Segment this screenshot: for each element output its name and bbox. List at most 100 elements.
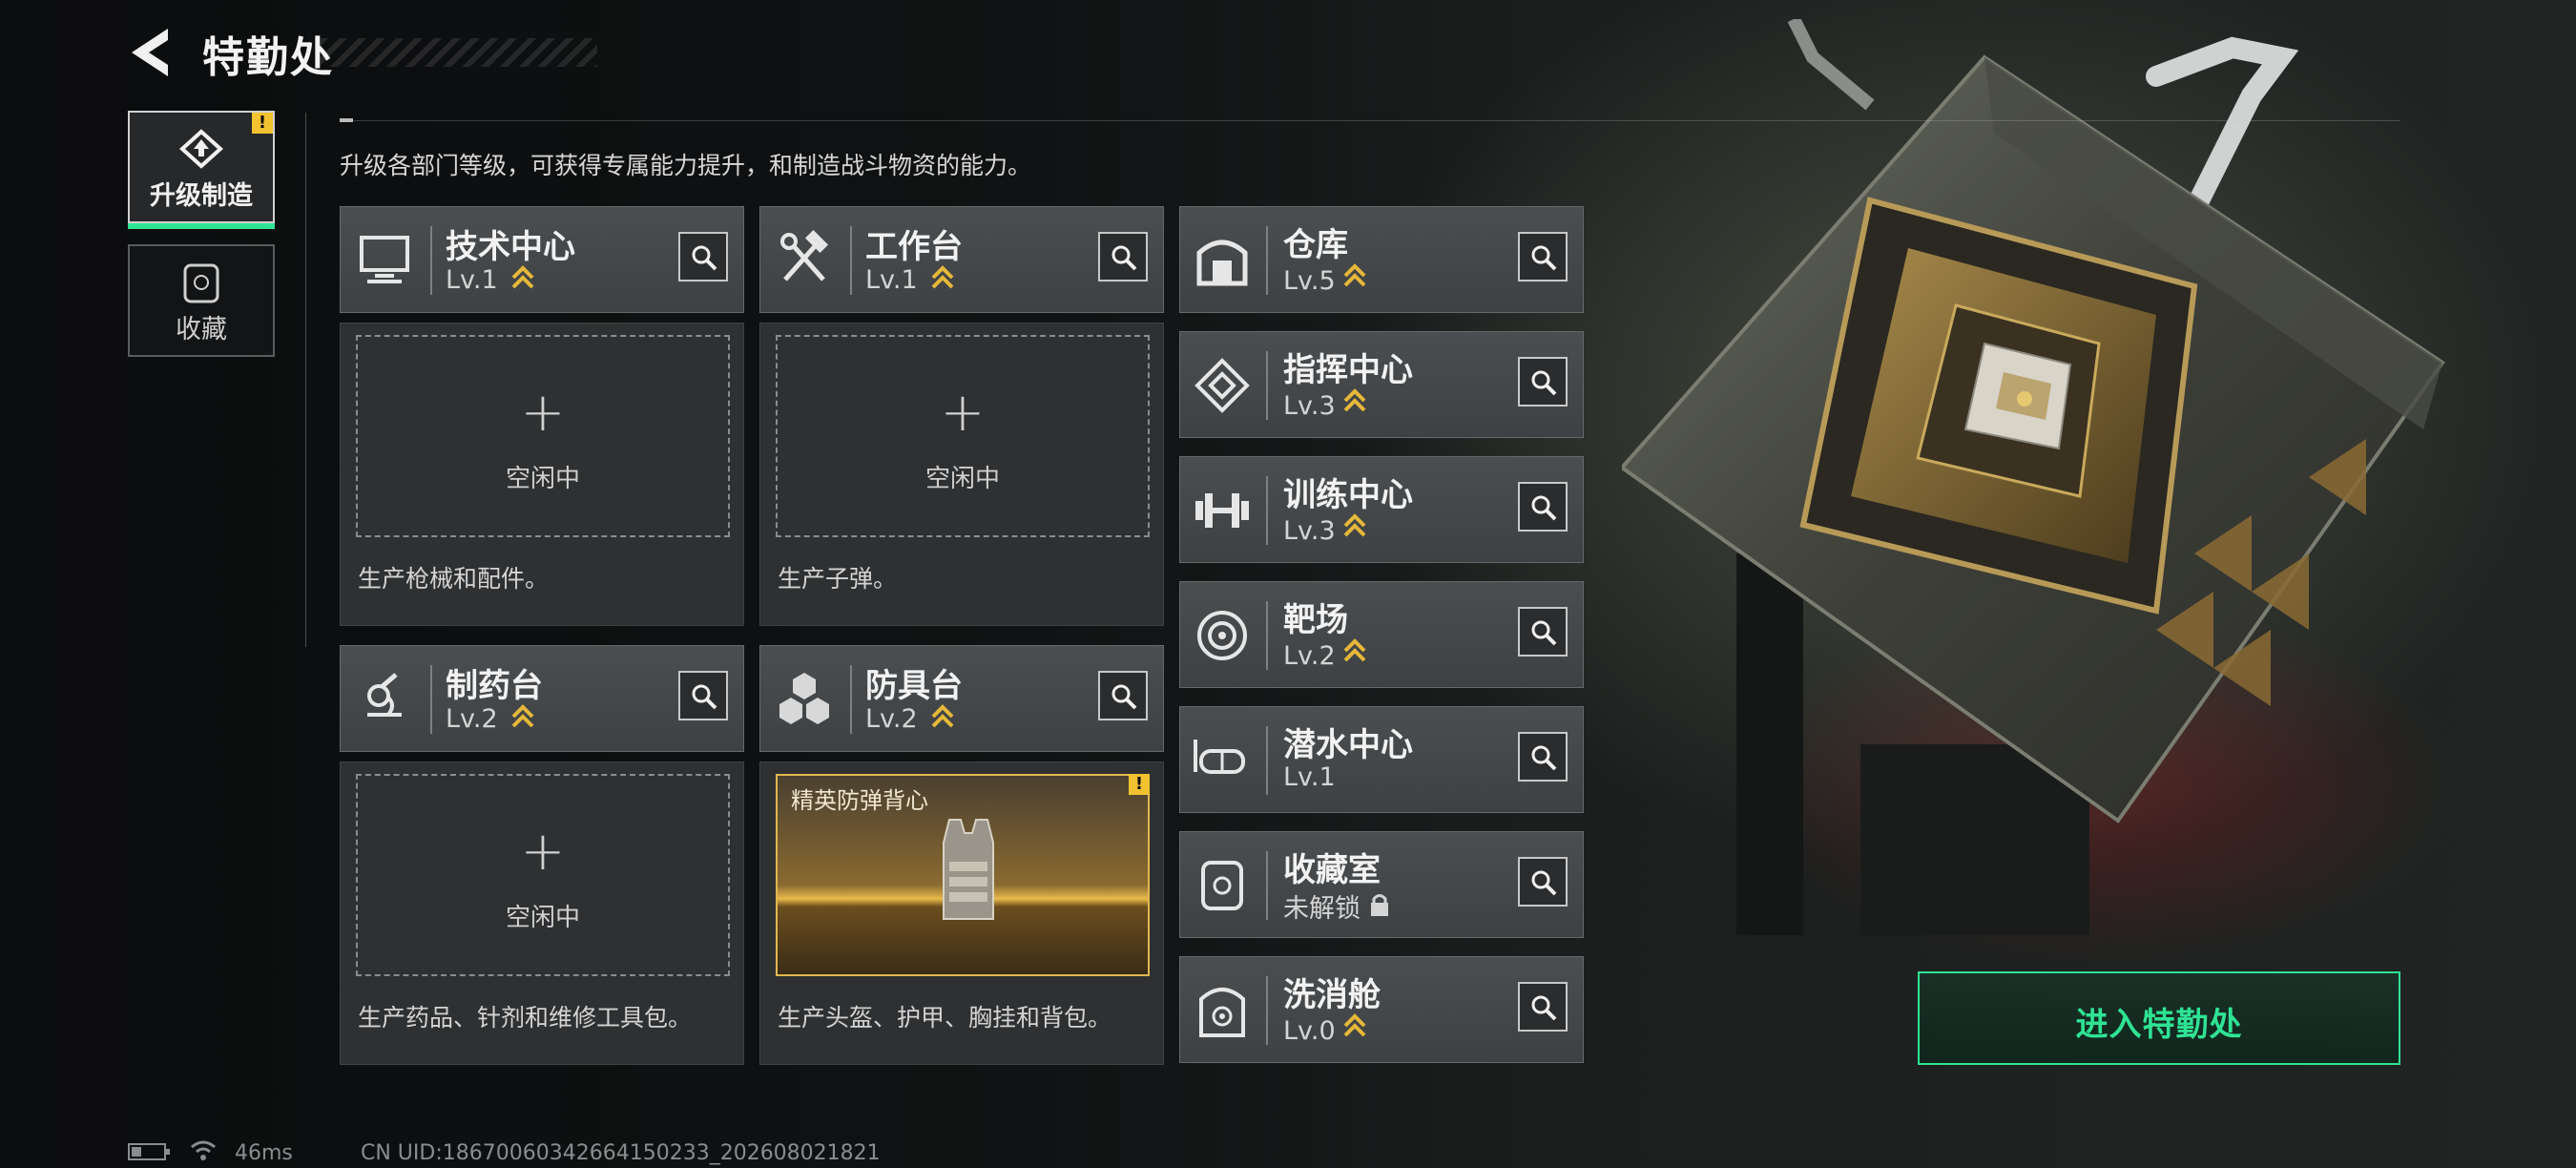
card-divider [1266, 726, 1268, 795]
search-icon [1531, 745, 1557, 771]
microscope-icon [354, 667, 415, 728]
level-text: Lv.2 [1283, 641, 1336, 671]
crafting-item-slot[interactable]: 精英防弹背心 ! [776, 774, 1150, 976]
card-divider [1266, 976, 1268, 1045]
tab-upgrade-manufacture[interactable]: ! 升级制造 [128, 111, 275, 229]
production-slot[interactable]: + 空闲中 [356, 774, 730, 976]
upgrade-available-icon [1343, 1013, 1366, 1046]
facility-description: 生产子弹。 [778, 565, 898, 593]
level-text: Lv.5 [1283, 266, 1336, 296]
level-text: Lv.3 [1283, 516, 1336, 546]
facility-card-training-center[interactable]: 训练中心 Lv.3 [1179, 456, 1584, 563]
facility-card-shooting-range[interactable]: 靶场 Lv.2 [1179, 581, 1584, 688]
body-armor-icon [943, 819, 994, 920]
warehouse-icon [1192, 230, 1253, 291]
level-text: Lv.1 [865, 265, 918, 295]
lock-status-text: 未解锁 [1283, 894, 1361, 924]
facility-description: 生产药品、针剂和维修工具包。 [358, 1004, 693, 1032]
monitor-icon [354, 228, 415, 289]
facility-header-pharmacy[interactable]: 制药台 Lv.2 [340, 645, 744, 752]
facility-level: Lv.2 [1283, 637, 1366, 671]
facility-level: Lv.3 [1283, 387, 1366, 421]
search-icon [1531, 495, 1557, 521]
card-divider [430, 665, 432, 734]
wifi-icon [189, 1137, 218, 1168]
facility-header-armor-bench[interactable]: 防具台 Lv.2 [759, 645, 1164, 752]
facility-search-button[interactable] [1098, 671, 1148, 720]
facility-card-diving-center[interactable]: 潜水中心 Lv.1 [1179, 706, 1584, 813]
search-icon [692, 684, 717, 710]
search-icon [692, 245, 717, 271]
divider-tick [340, 118, 353, 122]
facility-search-button[interactable] [1518, 607, 1568, 657]
card-divider [850, 226, 852, 295]
facility-name: 防具台 [865, 667, 963, 705]
tab-label: 收藏 [176, 315, 227, 344]
level-text: Lv.2 [446, 704, 498, 734]
level-text: Lv.2 [865, 704, 918, 734]
card-divider [1266, 601, 1268, 670]
upgrade-icon [178, 128, 224, 176]
decon-icon [1192, 980, 1253, 1041]
level-text: Lv.3 [1283, 391, 1336, 421]
facility-search-button[interactable] [1518, 857, 1568, 907]
facility-search-button[interactable] [678, 671, 728, 720]
facility-search-button[interactable] [1518, 732, 1568, 782]
facility-level: Lv.1 [1283, 762, 1336, 792]
uid-text: CN UID:18670060342664150233_202608021821 [361, 1141, 881, 1165]
diving-mask-icon [1192, 730, 1253, 791]
search-icon [1531, 620, 1557, 646]
facility-name: 潜水中心 [1283, 726, 1413, 764]
facility-search-button[interactable] [1518, 982, 1568, 1032]
search-icon [1531, 370, 1557, 396]
back-arrow-icon [132, 29, 168, 76]
facility-name: 指挥中心 [1283, 351, 1413, 389]
facility-header-workbench[interactable]: 工作台 Lv.1 [759, 206, 1164, 313]
facility-header-tech-center[interactable]: 技术中心 Lv.1 [340, 206, 744, 313]
card-divider [1266, 226, 1268, 295]
facility-search-button[interactable] [1098, 232, 1148, 282]
production-slot[interactable]: + 空闲中 [776, 335, 1150, 537]
facility-level: 未解锁 [1283, 887, 1390, 925]
search-icon [1531, 995, 1557, 1021]
page-title: 特勤处 [202, 33, 334, 82]
add-icon: + [520, 821, 566, 883]
lock-icon [1369, 894, 1390, 924]
card-divider [1266, 851, 1268, 920]
facility-card-command-center[interactable]: 指挥中心 Lv.3 [1179, 331, 1584, 438]
tab-collection[interactable]: 收藏 [128, 244, 275, 357]
facility-card-warehouse[interactable]: 仓库 Lv.5 [1179, 206, 1584, 313]
level-text: Lv.1 [446, 265, 498, 295]
facility-search-button[interactable] [1518, 482, 1568, 532]
facility-card-decon-chamber[interactable]: 洗消舱 Lv.0 [1179, 956, 1584, 1063]
upgrade-available-icon [511, 264, 534, 298]
facility-level: Lv.2 [865, 703, 954, 737]
dumbbell-icon [1192, 480, 1253, 541]
production-panel-pharmacy: + 空闲中 生产药品、针剂和维修工具包。 [340, 761, 744, 1065]
divider-line [340, 120, 2400, 121]
cubes-icon [774, 667, 835, 728]
production-panel-workbench: + 空闲中 生产子弹。 [759, 323, 1164, 626]
slot-status: 空闲中 [505, 904, 580, 932]
title-decoration [321, 38, 597, 67]
enter-special-ops-button[interactable]: 进入特勤处 [1918, 971, 2400, 1065]
production-slot[interactable]: + 空闲中 [356, 335, 730, 537]
upgrade-available-icon [931, 264, 954, 298]
facility-level: Lv.0 [1283, 1012, 1366, 1046]
card-divider [850, 665, 852, 734]
facility-search-button[interactable] [678, 232, 728, 282]
search-icon [1531, 245, 1557, 271]
special-ops-cube-illustration [1619, 15, 2462, 935]
enter-button-label: 进入特勤处 [2075, 1006, 2243, 1044]
facility-card-collection-room[interactable]: 收藏室 未解锁 [1179, 831, 1584, 938]
level-text: Lv.0 [1283, 1016, 1336, 1046]
facility-level: Lv.2 [446, 703, 534, 737]
facility-search-button[interactable] [1518, 232, 1568, 282]
item-warning-badge: ! [1129, 774, 1150, 795]
facility-level: Lv.5 [1283, 262, 1366, 296]
tab-label: 升级制造 [150, 181, 253, 211]
search-icon [1111, 245, 1137, 271]
back-button[interactable] [128, 27, 176, 78]
facility-name: 工作台 [865, 228, 963, 266]
facility-search-button[interactable] [1518, 357, 1568, 407]
